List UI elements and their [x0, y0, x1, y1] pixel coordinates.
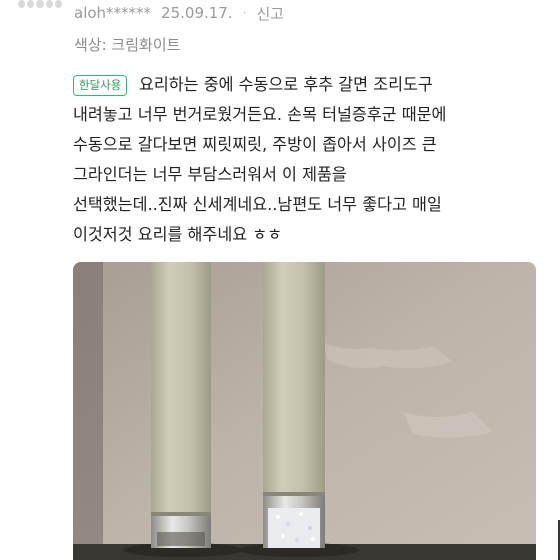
review-text-line: 이것저것 요리를 해주네요 ㅎㅎ: [73, 225, 283, 244]
review-text-line: 요리하는 중에 수동으로 후추 갈면 조리도구: [139, 75, 433, 94]
grinder-left: [151, 262, 211, 548]
review-text-line: 선택했는데..진짜 신세계네요..남편도 너무 좋다고 매일: [73, 195, 442, 214]
review-author: aloh******: [74, 4, 152, 22]
review-option: 색상: 크림화이트: [74, 36, 181, 54]
star-icon: [18, 0, 26, 8]
review-photo[interactable]: [73, 262, 536, 560]
review-meta: aloh****** 25.09.17. · 신고: [74, 2, 284, 24]
star-icon: [36, 0, 44, 8]
pepper-grinder-photo: [73, 262, 536, 560]
meta-separator: ·: [242, 6, 247, 20]
star-icon: [54, 0, 63, 8]
review-text-line: 그라인더는 너무 부담스러워서 이 제품을: [73, 165, 347, 184]
review-date: 25.09.17.: [161, 4, 233, 22]
review-text: 요리하는 중에 수동으로 후추 갈면 조리도구 내려놓고 너무 번거로웠거든요.…: [73, 70, 543, 250]
report-link[interactable]: 신고: [256, 3, 284, 24]
grinder-right: [263, 262, 325, 548]
review-text-line: 내려놓고 너무 번거로웠거든요. 손목 터널증후군 때문에: [73, 105, 447, 124]
review-text-line: 수동으로 갈다보면 찌릿찌릿, 주방이 좁아서 사이즈 큰: [73, 135, 437, 154]
star-rating-icon: [18, 0, 63, 10]
star-icon: [45, 0, 53, 8]
star-icon: [27, 0, 35, 8]
